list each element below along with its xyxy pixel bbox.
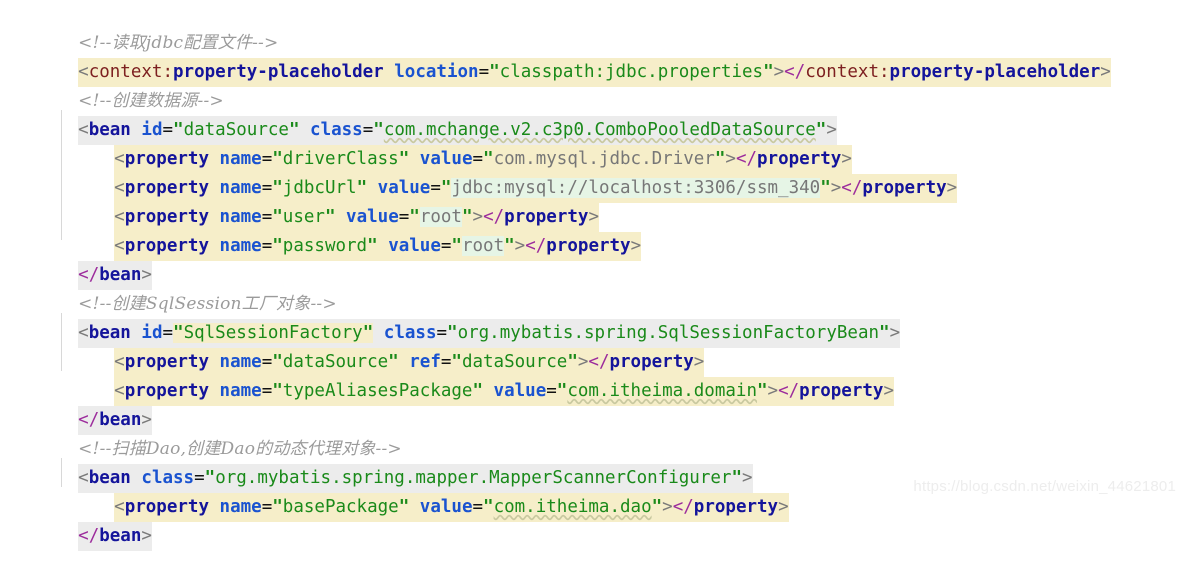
code-editor-surface[interactable]: <!--读取jdbc配置文件--> <context:property-plac… [0, 0, 1184, 551]
code-line[interactable]: <property name="jdbcUrl" value="jdbc:mys… [0, 145, 1184, 203]
code-line[interactable]: <property name="dataSource" ref="dataSou… [0, 319, 1184, 377]
code-line[interactable]: <!--读取jdbc配置文件--> [0, 0, 1184, 53]
code-line[interactable]: </bean> [0, 377, 1184, 435]
code-line[interactable]: <property name="password" value="root"><… [0, 203, 1184, 261]
code-line[interactable]: </bean> [0, 493, 1184, 551]
xml-closing-bean: </bean> [78, 522, 152, 551]
code-line[interactable]: <bean class="org.mybatis.spring.mapper.M… [0, 435, 1184, 493]
code-line[interactable]: <property name="typeAliasesPackage" valu… [0, 348, 1184, 406]
code-line[interactable]: <context:property-placeholder location="… [0, 29, 1184, 87]
xml-tag-name: bean [99, 526, 142, 546]
csdn-watermark: https://blog.csdn.net/weixin_44621801 [913, 478, 1176, 495]
code-line[interactable]: <!--扫描Dao,创建Dao的动态代理对象--> [0, 406, 1184, 459]
code-line[interactable]: <bean id="SqlSessionFactory" class="org.… [0, 290, 1184, 348]
code-line[interactable]: <!--创建SqlSession工厂对象--> [0, 261, 1184, 314]
code-line[interactable]: <property name="driverClass" value="com.… [0, 116, 1184, 174]
closing-tag-slash-icon: </ [78, 526, 100, 546]
code-line[interactable]: <!--创建数据源--> [0, 58, 1184, 111]
angle-bracket-close-icon: > [141, 526, 152, 546]
code-line[interactable]: <property name="user" value="root"></pro… [0, 174, 1184, 232]
code-line[interactable]: <bean id="dataSource" class="com.mchange… [0, 87, 1184, 145]
code-line[interactable]: </bean> [0, 232, 1184, 290]
